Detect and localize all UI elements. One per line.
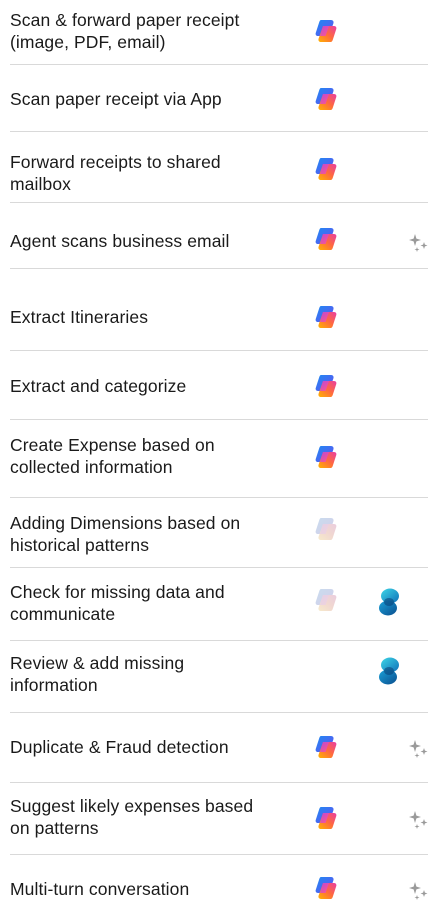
copilot-icon: [312, 372, 340, 400]
dataverse-icon: [376, 656, 402, 686]
copilot-icon: [312, 17, 340, 45]
list-item: Extract Itineraries: [0, 268, 433, 351]
list-item: Agent scans business email: [0, 202, 433, 270]
list-item: Create Expense based on collected inform…: [0, 419, 433, 498]
list-item: Suggest likely expenses based on pattern…: [0, 782, 433, 855]
list-item: Review & add missing information: [0, 640, 433, 713]
sparkle-icon: [408, 809, 430, 831]
copilot-icon: [312, 225, 340, 253]
list-item-label: Adding Dimensions based on historical pa…: [10, 513, 241, 555]
list-item-label: Agent scans business email: [10, 231, 230, 251]
copilot-icon: [312, 586, 340, 614]
list-item-label: Create Expense based on collected inform…: [10, 435, 215, 477]
copilot-icon: [312, 874, 340, 902]
list-item: Extract and categorize: [0, 350, 433, 421]
list-item-label: Scan & forward paper receipt (image, PDF…: [10, 10, 240, 52]
list-item: Duplicate & Fraud detection: [0, 712, 433, 783]
list-item: Multi-turn conversation: [0, 854, 433, 901]
list-item: Forward receipts to shared mailbox: [0, 132, 433, 204]
copilot-icon: [312, 303, 340, 331]
list-item: Scan paper receipt via App: [0, 65, 433, 132]
list-item: Scan & forward paper receipt (image, PDF…: [0, 0, 433, 66]
copilot-icon: [312, 515, 340, 543]
list-item-label: Extract and categorize: [10, 376, 187, 396]
copilot-icon: [312, 85, 340, 113]
list-item-label: Forward receipts to shared mailbox: [10, 152, 221, 194]
list-item-label: Multi-turn conversation: [10, 879, 190, 899]
list-item: Check for missing data and communicate: [0, 567, 433, 641]
list-item-label: Scan paper receipt via App: [10, 89, 222, 109]
copilot-icon: [312, 733, 340, 761]
sparkle-icon: [408, 880, 430, 902]
list-item-label: Check for missing data and communicate: [10, 582, 225, 624]
copilot-icon: [312, 443, 340, 471]
sparkle-icon: [408, 738, 430, 760]
list-item-label: Duplicate & Fraud detection: [10, 737, 229, 757]
copilot-icon: [312, 155, 340, 183]
list-item-label: Suggest likely expenses based on pattern…: [10, 796, 254, 838]
list-item-label: Extract Itineraries: [10, 307, 149, 327]
list-item: Adding Dimensions based on historical pa…: [0, 497, 433, 569]
list-item-label: Review & add missing information: [10, 653, 185, 695]
sparkle-icon: [408, 232, 430, 254]
dataverse-icon: [376, 587, 402, 617]
copilot-icon: [312, 804, 340, 832]
feature-list: Scan & forward paper receipt (image, PDF…: [0, 0, 433, 901]
